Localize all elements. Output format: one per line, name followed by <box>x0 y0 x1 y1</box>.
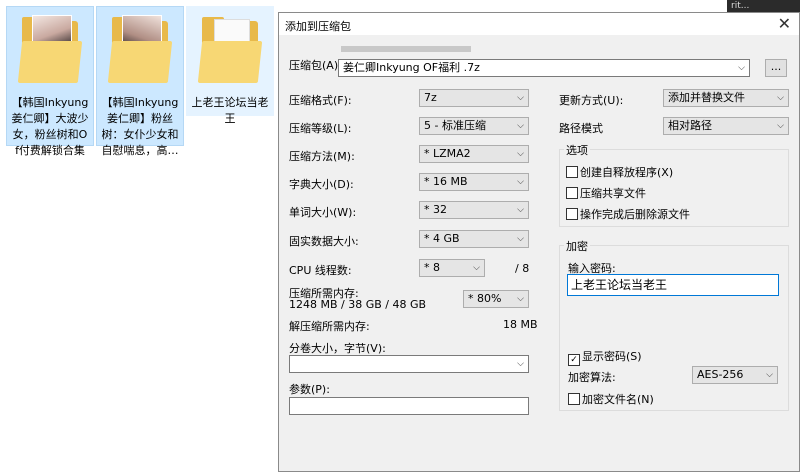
encrypt-names-label: 加密文件名(N) <box>582 393 654 406</box>
checkbox-box <box>568 393 580 405</box>
folder-name: 上老王论坛当老王 <box>191 96 269 125</box>
close-icon[interactable]: ✕ <box>778 15 791 33</box>
level-value: 5 - 标准压缩 <box>424 119 486 132</box>
chevron-down-icon: ⌵ <box>766 370 773 380</box>
archive-name-combo[interactable]: 姜仁卿Inkyung OF福利 .7z ⌵ <box>338 59 750 77</box>
folder-icon <box>17 15 83 85</box>
chevron-down-icon: ⌵ <box>517 294 524 304</box>
chevron-down-icon: ⌵ <box>517 359 524 369</box>
dict-value: * 16 MB <box>424 175 468 188</box>
checkbox-box <box>566 187 578 199</box>
split-label: 分卷大小，字节(V): <box>289 342 386 355</box>
delete-after-checkbox[interactable]: 操作完成后删除源文件 <box>566 206 690 222</box>
archive-label: 压缩包(A) <box>289 59 339 72</box>
archive-path-blur <box>341 46 471 52</box>
mem-usage-select[interactable]: * 80% ⌵ <box>463 290 529 308</box>
threads-label: CPU 线程数: <box>289 264 352 277</box>
chevron-down-icon: ⌵ <box>473 263 480 273</box>
options-title: 选项 <box>564 142 590 158</box>
delete-after-label: 操作完成后删除源文件 <box>580 208 690 221</box>
encryption-group: 加密 输入密码: 上老王论坛当老王 ✓ 显示密码(S) 加密算法: AES-256… <box>559 238 789 411</box>
decomp-mem-value: 18 MB <box>503 318 538 331</box>
update-label: 更新方式(U): <box>559 94 624 107</box>
solid-value: * 4 GB <box>424 232 460 245</box>
mem-usage-value: * 80% <box>468 292 502 305</box>
dialog-title: 添加到压缩包 <box>285 20 351 33</box>
level-select[interactable]: 5 - 标准压缩 ⌵ <box>419 117 529 135</box>
chevron-down-icon: ⌵ <box>777 121 784 131</box>
archive-name-value: 姜仁卿Inkyung OF福利 .7z <box>343 61 480 74</box>
shared-label: 压缩共享文件 <box>580 187 646 200</box>
threads-total: / 8 <box>515 262 530 275</box>
sfx-label: 创建自释放程序(X) <box>580 166 674 179</box>
level-label: 压缩等级(L): <box>289 122 352 135</box>
checkbox-box <box>566 208 578 220</box>
split-size-combo[interactable]: ⌵ <box>289 355 529 373</box>
chevron-down-icon: ⌵ <box>517 177 524 187</box>
method-select[interactable]: * LZMA2 ⌵ <box>419 145 529 163</box>
chevron-down-icon: ⌵ <box>517 149 524 159</box>
format-select[interactable]: 7z ⌵ <box>419 89 529 107</box>
chevron-down-icon: ⌵ <box>517 234 524 244</box>
params-label: 参数(P): <box>289 383 330 396</box>
params-input[interactable] <box>289 397 529 415</box>
path-mode-value: 相对路径 <box>668 119 712 132</box>
word-label: 单词大小(W): <box>289 206 357 219</box>
encrypt-names-checkbox[interactable]: 加密文件名(N) <box>568 391 654 407</box>
chevron-down-icon: ⌵ <box>738 63 745 73</box>
show-password-checkbox[interactable]: ✓ 显示密码(S) <box>568 348 642 366</box>
checkbox-checked-icon: ✓ <box>568 354 580 366</box>
mem-detail: 1248 MB / 38 GB / 48 GB <box>289 298 427 311</box>
solid-label: 固实数据大小: <box>289 235 359 248</box>
folder-item-2[interactable]: 【韩国Inkyung姜仁卿】粉丝树：女仆少女和自慰喘息，高… <box>96 6 184 157</box>
path-mode-select[interactable]: 相对路径 ⌵ <box>663 117 789 135</box>
checkbox-box <box>566 166 578 178</box>
encryption-title: 加密 <box>564 238 590 254</box>
format-label: 压缩格式(F): <box>289 94 352 107</box>
method-value: * LZMA2 <box>424 147 471 160</box>
format-value: 7z <box>424 91 437 104</box>
password-input[interactable]: 上老王论坛当老王 <box>567 274 779 296</box>
add-to-archive-dialog: 添加到压缩包 ✕ 压缩包(A) 姜仁卿Inkyung OF福利 .7z ⌵ ..… <box>278 12 800 472</box>
shared-checkbox[interactable]: 压缩共享文件 <box>566 185 646 201</box>
show-password-label: 显示密码(S) <box>582 350 642 363</box>
update-mode-value: 添加并替换文件 <box>668 91 745 104</box>
chevron-down-icon: ⌵ <box>517 93 524 103</box>
update-mode-select[interactable]: 添加并替换文件 ⌵ <box>663 89 789 107</box>
algo-select[interactable]: AES-256 ⌵ <box>692 366 778 384</box>
chevron-down-icon: ⌵ <box>777 93 784 103</box>
folder-name: 【韩国Inkyung姜仁卿】大波少女，粉丝树和Of付费解锁合集 <box>11 96 89 157</box>
method-label: 压缩方法(M): <box>289 150 355 163</box>
sfx-checkbox[interactable]: 创建自释放程序(X) <box>566 164 673 180</box>
explorer-pane: 【韩国Inkyung姜仁卿】大波少女，粉丝树和Of付费解锁合集 【韩国Inkyu… <box>0 0 280 472</box>
solid-select[interactable]: * 4 GB ⌵ <box>419 230 529 248</box>
folder-icon <box>197 15 263 85</box>
folder-item-1[interactable]: 【韩国Inkyung姜仁卿】大波少女，粉丝树和Of付费解锁合集 <box>6 6 94 157</box>
options-group: 选项 创建自释放程序(X) 压缩共享文件 操作完成后删除源文件 <box>559 142 789 227</box>
chevron-down-icon: ⌵ <box>517 205 524 215</box>
path-mode-label: 路径模式 <box>559 122 603 135</box>
dialog-titlebar: 添加到压缩包 ✕ <box>279 13 799 35</box>
threads-select[interactable]: * 8 ⌵ <box>419 259 485 277</box>
folder-icon <box>107 15 173 85</box>
dict-label: 字典大小(D): <box>289 178 354 191</box>
folder-name: 【韩国Inkyung姜仁卿】粉丝树：女仆少女和自慰喘息，高… <box>101 96 179 157</box>
word-value: * 32 <box>424 203 447 216</box>
word-select[interactable]: * 32 ⌵ <box>419 201 529 219</box>
background-window-title: rit... <box>727 0 800 12</box>
dict-select[interactable]: * 16 MB ⌵ <box>419 173 529 191</box>
threads-value: * 8 <box>424 261 440 274</box>
algo-label: 加密算法: <box>568 371 616 384</box>
browse-button[interactable]: ... <box>765 59 787 77</box>
algo-value: AES-256 <box>697 368 744 381</box>
chevron-down-icon: ⌵ <box>517 121 524 131</box>
decomp-mem-label: 解压缩所需内存: <box>289 320 370 333</box>
folder-item-3[interactable]: 上老王论坛当老王 <box>186 6 274 125</box>
